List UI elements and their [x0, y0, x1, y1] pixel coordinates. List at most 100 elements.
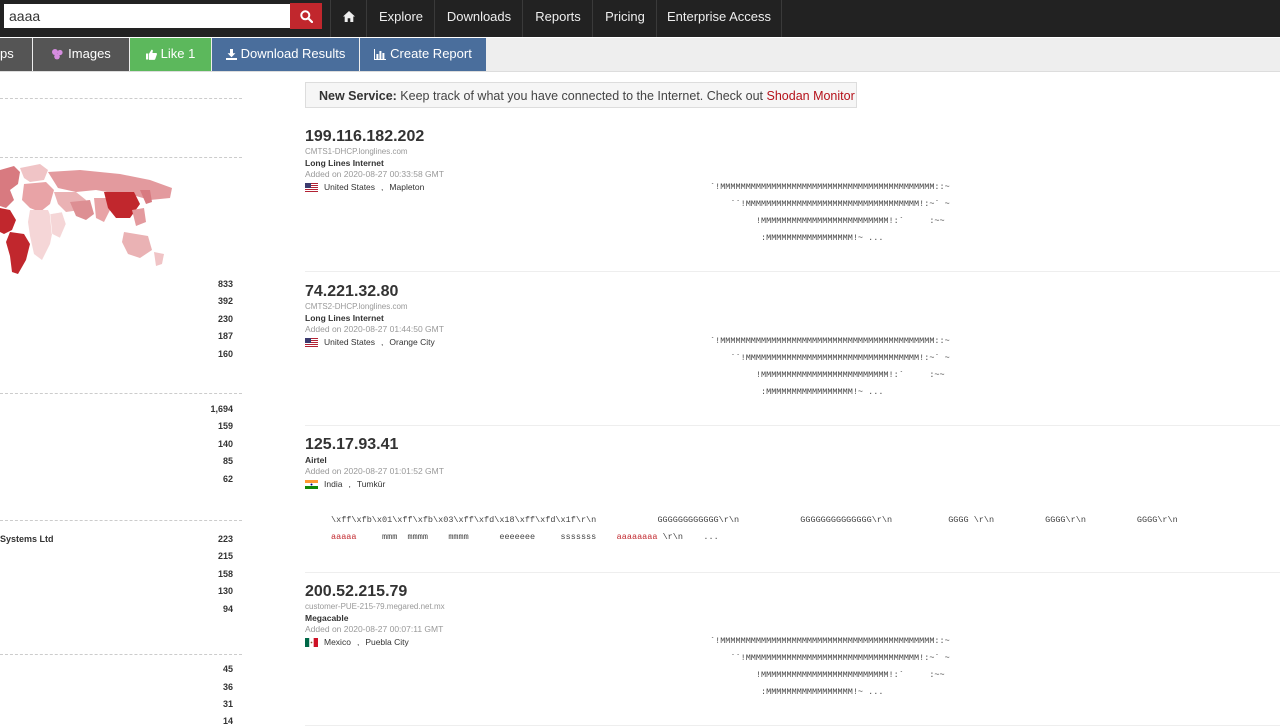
sidebar-divider — [0, 654, 242, 655]
result-city[interactable]: Tumkūr — [357, 477, 386, 491]
facet-count: 159 — [217, 421, 233, 431]
result-banner: \xff\xfb\x01\xff\xfb\x03\xff\xfd\x18\xff… — [331, 512, 1178, 546]
banner-line: !MMMMMMMMMMMMMMMMMMMMMMMMM!:` :~~ — [710, 216, 945, 226]
download-results-button[interactable]: Download Results — [212, 38, 359, 71]
images-button-label: Images — [68, 46, 111, 61]
result-country[interactable]: United States — [324, 335, 375, 349]
notice-label: New Service: — [319, 89, 397, 103]
result-banner: `!MMMMMMMMMMMMMMMMMMMMMMMMMMMMMMMMMMMMMM… — [710, 333, 950, 401]
result-ip[interactable]: 125.17.93.41 — [305, 436, 1280, 454]
banner-line: \xff\xfb\x01\xff\xfb\x03\xff\xfd\x18\xff… — [331, 515, 1178, 525]
new-service-notice: New Service: Keep track of what you have… — [305, 82, 857, 108]
create-report-button[interactable]: Create Report — [360, 38, 486, 71]
banner-line: :MMMMMMMMMMMMMMMMM!~ ... — [710, 687, 884, 697]
banner-line: ``!MMMMMMMMMMMMMMMMMMMMMMMMMMMMMMMMMM!:~… — [710, 653, 950, 663]
facet-count: 36 — [222, 682, 233, 692]
sidebar-divider — [0, 98, 242, 99]
result-banner: `!MMMMMMMMMMMMMMMMMMMMMMMMMMMMMMMMMMMMMM… — [710, 179, 950, 247]
result-ip[interactable]: 200.52.215.79 — [305, 583, 1280, 601]
facet-count: 1,694 — [210, 404, 233, 414]
result-city[interactable]: Puebla City — [365, 635, 408, 649]
banner-line: ``!MMMMMMMMMMMMMMMMMMMMMMMMMMMMMMMMMM!:~… — [710, 353, 950, 363]
result-separator — [305, 425, 1280, 426]
nav-enterprise-access[interactable]: Enterprise Access — [656, 0, 782, 37]
nav-pricing[interactable]: Pricing — [592, 0, 657, 37]
download-icon — [225, 49, 237, 60]
us-flag-icon — [305, 182, 318, 192]
banner-line: `!MMMMMMMMMMMMMMMMMMMMMMMMMMMMMMMMMMMMMM… — [710, 636, 950, 646]
thumbs-up-icon — [145, 49, 157, 60]
images-icon — [52, 49, 63, 60]
result-added-date: Added on 2020-08-27 01:01:52 GMT — [305, 466, 444, 476]
result-ip[interactable]: 199.116.182.202 — [305, 128, 1280, 146]
nav-explore[interactable]: Explore — [366, 0, 435, 37]
facet-count: 130 — [217, 586, 233, 596]
facet-count: 187 — [217, 331, 233, 341]
search-icon — [299, 9, 313, 23]
banner-line: ``!MMMMMMMMMMMMMMMMMMMMMMMMMMMMMMMMMM!:~… — [710, 199, 950, 209]
maps-button-label: ps — [0, 46, 14, 61]
result-country[interactable]: United States — [324, 180, 375, 194]
result-org[interactable]: Long Lines Internet — [305, 312, 1280, 324]
mexico-flag-icon — [305, 637, 318, 647]
facet-count: 223 — [217, 534, 233, 544]
facet-count: 45 — [222, 664, 233, 674]
result-separator — [305, 572, 1280, 573]
result-hostname: customer-PUE-215-79.megared.net.mx — [305, 602, 445, 611]
facet-count: 85 — [222, 456, 233, 466]
us-flag-icon — [305, 337, 318, 347]
sidebar-divider — [0, 520, 242, 521]
facet-count: 94 — [222, 604, 233, 614]
result-separator — [305, 271, 1280, 272]
maps-button[interactable]: ps — [0, 38, 32, 71]
banner-line: !MMMMMMMMMMMMMMMMMMMMMMMMM!:` :~~ — [710, 670, 945, 680]
result-country[interactable]: Mexico — [324, 635, 351, 649]
download-results-label: Download Results — [240, 46, 346, 61]
result-hostname: CMTS2-DHCP.longlines.com — [305, 302, 408, 311]
banner-line: `!MMMMMMMMMMMMMMMMMMMMMMMMMMMMMMMMMMMMMM… — [710, 182, 950, 192]
result-org[interactable]: Megacable — [305, 612, 1280, 624]
banner-line: :MMMMMMMMMMMMMMMMM!~ ... — [710, 387, 884, 397]
notice-text: Keep track of what you have connected to… — [396, 89, 767, 103]
home-icon — [343, 11, 355, 22]
banner-line: `!MMMMMMMMMMMMMMMMMMMMMMMMMMMMMMMMMMMMMM… — [710, 336, 950, 346]
banner-line: aaaaa mmm mmmm mmmm eeeeeee sssssss aaaa… — [331, 532, 719, 542]
like-button[interactable]: Like 1 — [130, 38, 211, 71]
facet-count: 62 — [222, 474, 233, 484]
facet-count: 14 — [222, 716, 233, 726]
banner-highlight: aaaaaaaa — [616, 532, 658, 542]
india-flag-icon — [305, 479, 318, 489]
result-city[interactable]: Orange City — [389, 335, 434, 349]
images-button[interactable]: Images — [33, 38, 129, 71]
results-toolbar: ps Images Like 1 Download Results Create… — [0, 38, 1280, 72]
bar-chart-icon — [374, 49, 387, 60]
result-location: India, Tumkūr — [305, 477, 1280, 491]
result-org[interactable]: Long Lines Internet — [305, 157, 1280, 169]
result-country[interactable]: India — [324, 477, 342, 491]
result-banner: `!MMMMMMMMMMMMMMMMMMMMMMMMMMMMMMMMMMMMMM… — [710, 633, 950, 701]
banner-line: :MMMMMMMMMMMMMMMMM!~ ... — [710, 233, 884, 243]
shodan-monitor-link[interactable]: Shodan Monitor — [767, 89, 855, 103]
nav-reports[interactable]: Reports — [522, 0, 593, 37]
result-org[interactable]: Airtel — [305, 454, 1280, 466]
facet-count: 140 — [217, 439, 233, 449]
result-city[interactable]: Mapleton — [389, 180, 424, 194]
facet-count: 31 — [222, 699, 233, 709]
nav-downloads[interactable]: Downloads — [434, 0, 523, 37]
sidebar-divider — [0, 393, 242, 394]
sidebar-divider — [0, 157, 242, 158]
home-link[interactable] — [330, 0, 367, 37]
facet-count: 215 — [217, 551, 233, 561]
banner-line: !MMMMMMMMMMMMMMMMMMMMMMMMM!:` :~~ — [710, 370, 945, 380]
world-map — [0, 164, 172, 274]
result-separator — [305, 725, 1280, 726]
like-button-label: Like 1 — [160, 46, 196, 61]
search-result: 125.17.93.41 Airtel Added on 2020-08-27 … — [305, 436, 1280, 491]
create-report-label: Create Report — [390, 46, 472, 61]
search-input[interactable] — [4, 4, 296, 28]
facet-count: 230 — [217, 314, 233, 324]
search-button[interactable] — [290, 3, 322, 29]
facet-item-label[interactable]: Systems Ltd — [0, 534, 54, 544]
facet-count: 833 — [217, 279, 233, 289]
result-ip[interactable]: 74.221.32.80 — [305, 283, 1280, 301]
